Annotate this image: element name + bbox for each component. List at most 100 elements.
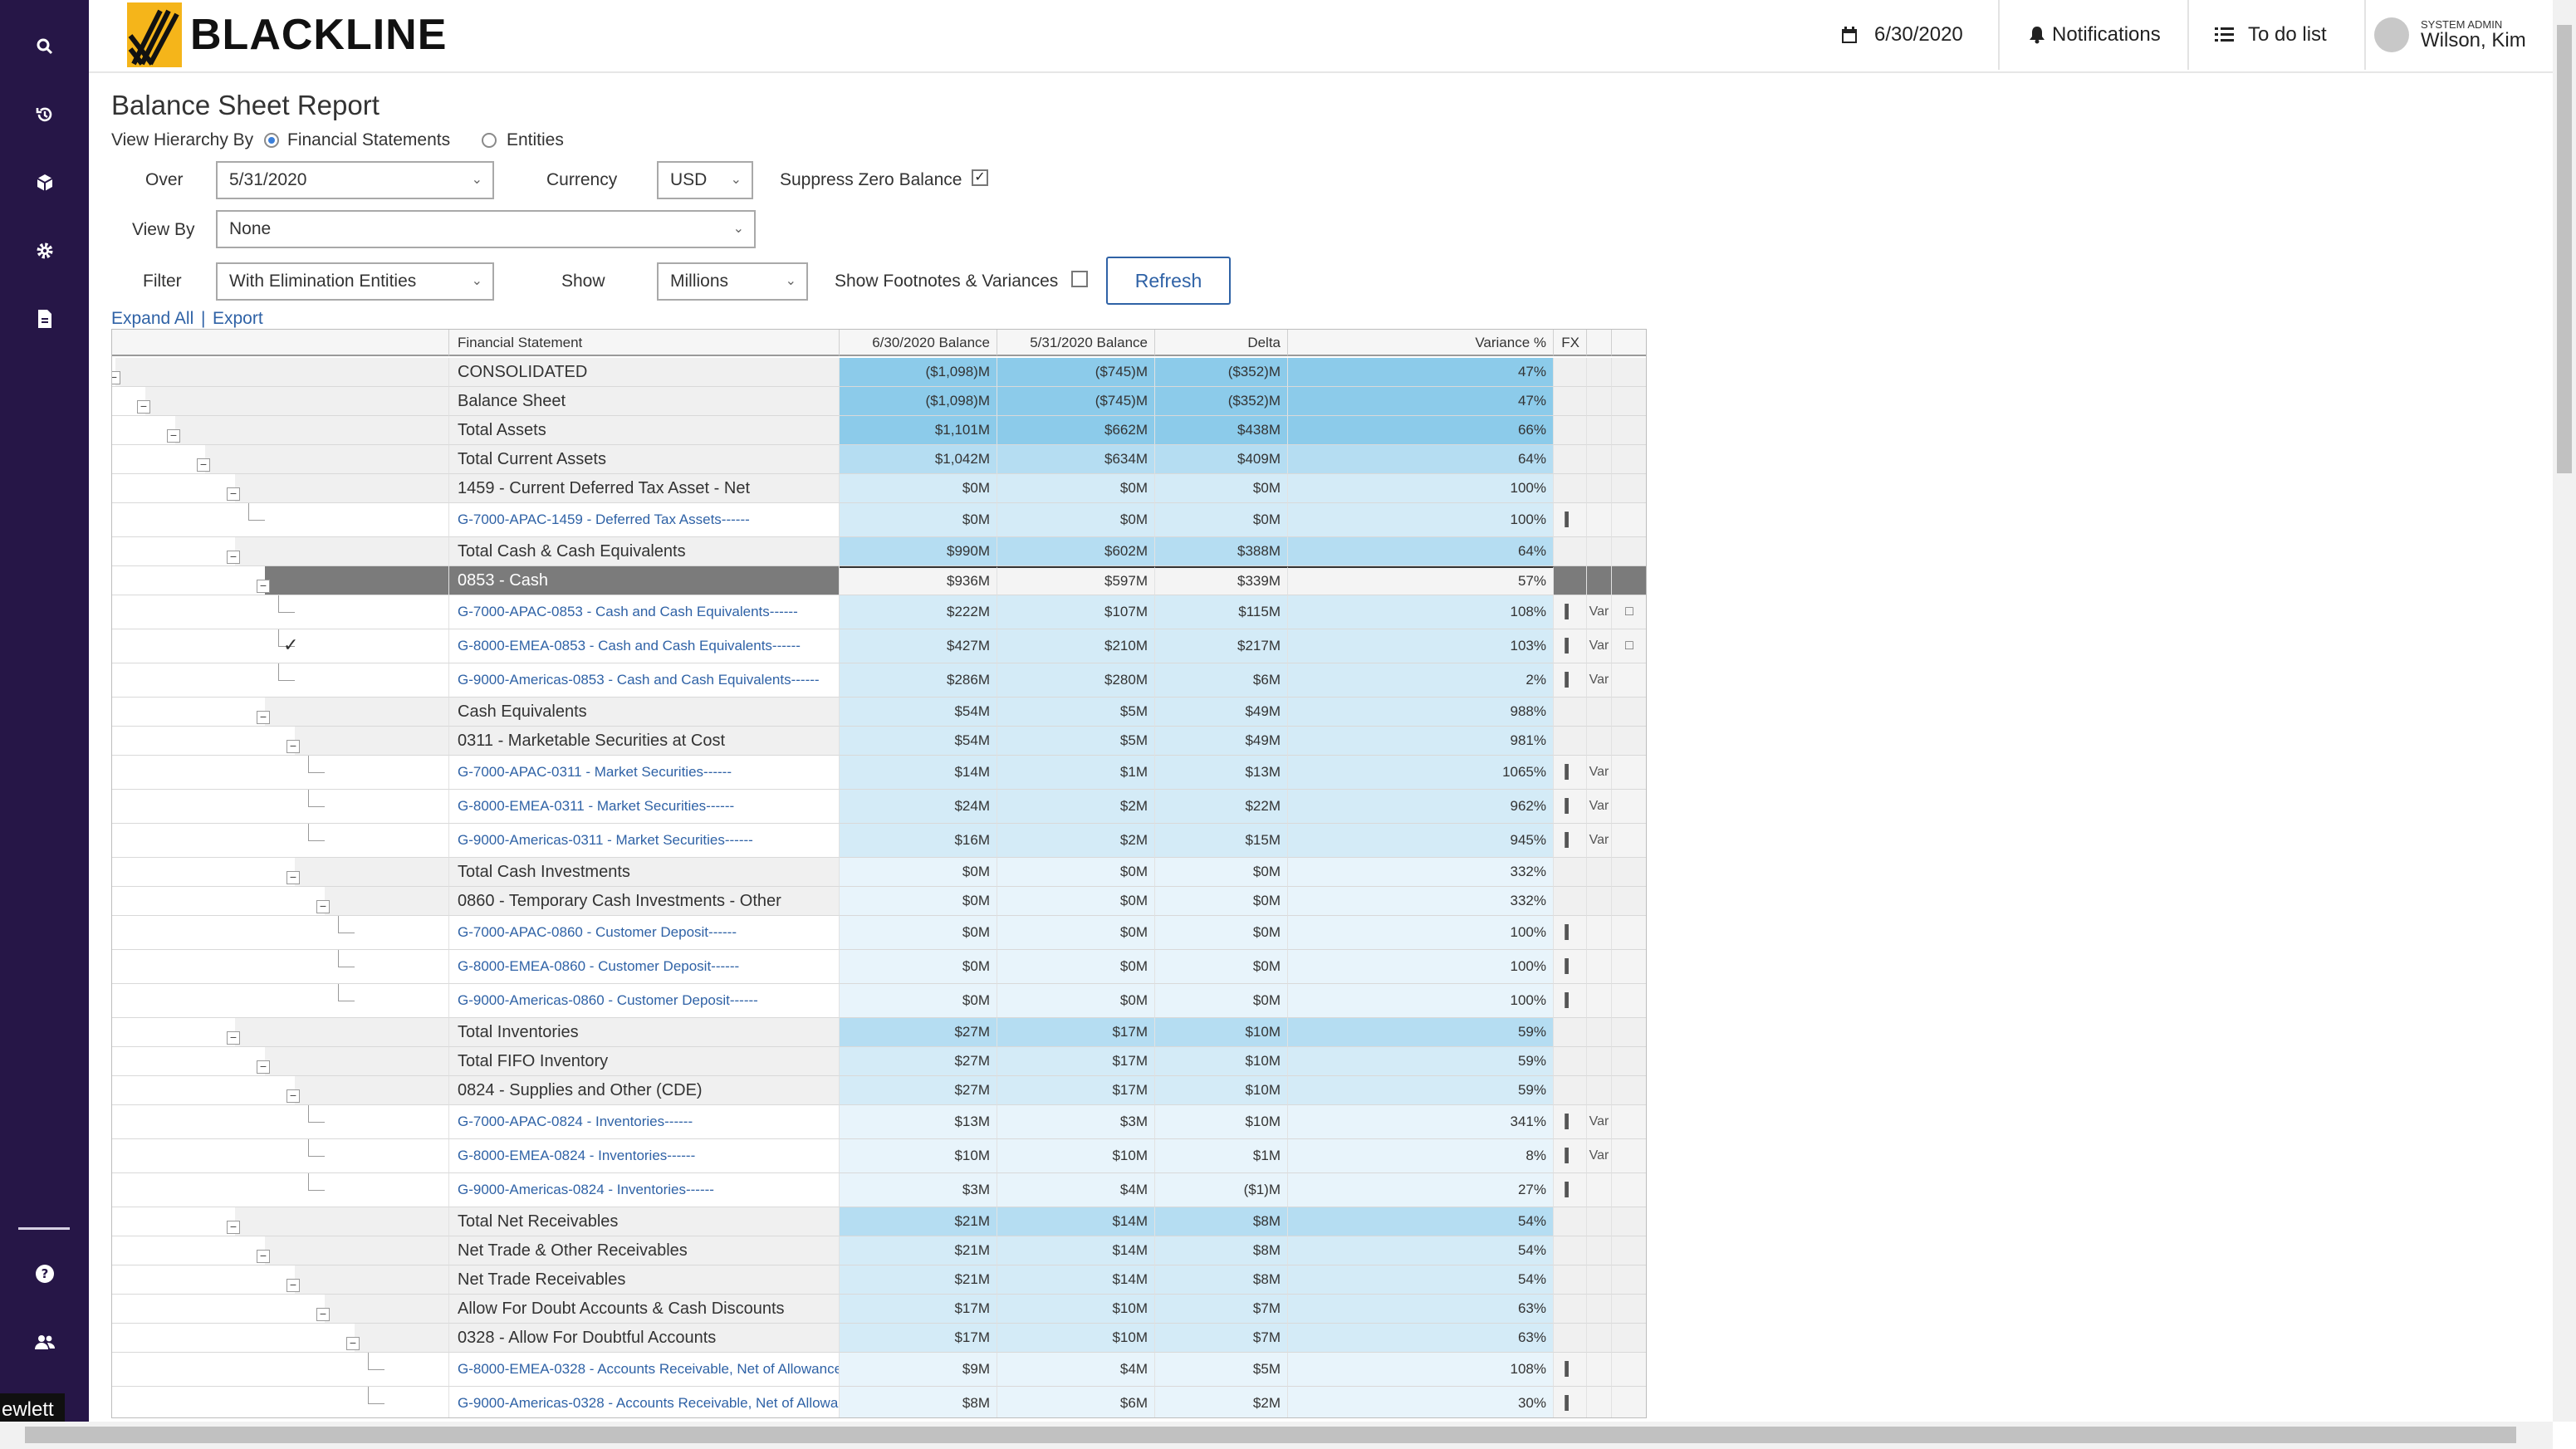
cube-icon[interactable]	[27, 164, 63, 201]
header-financial-statement[interactable]: Financial Statement	[449, 330, 840, 356]
account-link[interactable]: G-7000-APAC-1459 - Deferred Tax Assets--…	[449, 503, 840, 537]
collapse-toggle[interactable]: −	[257, 1060, 270, 1074]
table-row[interactable]: − 0860 - Temporary Cash Investments - Oth…	[112, 887, 1646, 916]
collapse-toggle[interactable]: −	[227, 551, 240, 564]
document-action-icon[interactable]: ▍	[1554, 950, 1587, 984]
footnote-icon[interactable]: □	[1612, 629, 1646, 663]
header-delta[interactable]: Delta	[1155, 330, 1288, 356]
checkmark-icon[interactable]: ✓	[283, 634, 298, 656]
variance-link[interactable]: Var	[1587, 790, 1612, 824]
notifications-button[interactable]: Notifications	[2029, 0, 2161, 70]
collapse-toggle[interactable]: −	[167, 429, 180, 443]
document-action-icon[interactable]: ▍	[1554, 790, 1587, 824]
radio-financial-statements[interactable]: Financial Statements	[264, 130, 450, 150]
account-link[interactable]: G-7000-APAC-0860 - Customer Deposit-----…	[449, 916, 840, 950]
account-row[interactable]: G-8000-EMEA-0824 - Inventories------ $10M…	[112, 1139, 1646, 1173]
table-row[interactable]: −Total Inventories$27M$17M$10M59%$0M	[112, 1018, 1646, 1047]
show-footnotes-checkbox[interactable]	[1071, 271, 1088, 287]
account-link[interactable]: G-9000-Americas-0311 - Market Securities…	[449, 824, 840, 858]
account-row[interactable]: G-7000-APAC-0853 - Cash and Cash Equival…	[112, 595, 1646, 629]
header-blank[interactable]	[1587, 330, 1612, 356]
account-row[interactable]: G-8000-EMEA-0328 - Accounts Receivable, …	[112, 1353, 1646, 1387]
horizontal-scrollbar-thumb[interactable]	[25, 1427, 2516, 1443]
table-row[interactable]: −Total FIFO Inventory$27M$17M$10M59%$0M	[112, 1047, 1646, 1076]
account-link[interactable]: G-9000-Americas-0824 - Inventories------	[449, 1173, 840, 1207]
refresh-button[interactable]: Refresh	[1106, 257, 1231, 305]
document-action-icon[interactable]: ▍	[1554, 756, 1587, 790]
collapse-toggle[interactable]: −	[257, 711, 270, 724]
filter-select[interactable]: With Elimination Entities ⌄	[216, 262, 494, 301]
account-link[interactable]: G-8000-EMEA-0328 - Accounts Receivable, …	[449, 1353, 840, 1387]
account-link[interactable]: G-7000-APAC-0853 - Cash and Cash Equival…	[449, 595, 840, 629]
account-link[interactable]: G-8000-EMEA-0860 - Customer Deposit-----…	[449, 950, 840, 984]
table-row[interactable]: −CONSOLIDATED($1,098)M($745)M($352)M47%(…	[112, 358, 1646, 387]
header-current-balance[interactable]: 6/30/2020 Balance	[840, 330, 997, 356]
table-row[interactable]: − Net Trade & Other Receivables $21M $14M $8…	[112, 1236, 1646, 1265]
document-action-icon[interactable]: ▍	[1554, 1139, 1587, 1173]
table-row[interactable]: −0328 - Allow For Doubtful Accounts $17M $…	[112, 1324, 1646, 1353]
search-icon[interactable]	[27, 28, 63, 65]
document-action-icon[interactable]: ▍	[1554, 663, 1587, 698]
account-link[interactable]: G-8000-EMEA-0311 - Market Securities----…	[449, 790, 840, 824]
collapse-toggle[interactable]: −	[346, 1337, 360, 1350]
table-row[interactable]: − 0311 - Marketable Securities at Cost $54…	[112, 727, 1646, 756]
account-row[interactable]: G-7000-APAC-0824 - Inventories------ $13M…	[112, 1105, 1646, 1139]
account-row[interactable]: G-9000-Americas-0328 - Accounts Receivab…	[112, 1387, 1646, 1417]
date-selector[interactable]: 6/30/2020	[1841, 0, 1963, 70]
table-row[interactable]: −Cash Equivalents$54M$5M$49M988%$0M	[112, 698, 1646, 727]
radio-entities-input[interactable]	[482, 133, 497, 148]
collapse-toggle[interactable]: −	[257, 580, 270, 593]
footnote-icon[interactable]: □	[1612, 595, 1646, 629]
table-row[interactable]: −Total Cash Investments$0M$0M$0M332%$0M	[112, 858, 1646, 887]
table-row[interactable]: − Total Cash & Cash Equivalents $990M $602M…	[112, 537, 1646, 566]
table-row[interactable]: − 0824 - Supplies and Other (CDE) $27M $17M…	[112, 1076, 1646, 1105]
collapse-toggle[interactable]: −	[227, 1221, 240, 1234]
table-row[interactable]: − Total Current Assets $1,042M $634M $409M 64…	[112, 445, 1646, 474]
collapse-toggle[interactable]: −	[137, 400, 150, 414]
account-link[interactable]: G-7000-APAC-0311 - Market Securities----…	[449, 756, 840, 790]
table-row[interactable]: −Net Trade Receivables$21M$14M$8M54%$0M	[112, 1265, 1646, 1295]
account-row[interactable]: G-8000-EMEA-0860 - Customer Deposit-----…	[112, 950, 1646, 984]
collapse-toggle[interactable]: −	[286, 1279, 300, 1292]
history-icon[interactable]	[27, 96, 63, 133]
collapse-toggle[interactable]: −	[112, 371, 120, 384]
gear-icon[interactable]	[27, 233, 63, 269]
user-menu[interactable]: SYSTEM ADMIN Wilson, Kim	[2374, 0, 2526, 70]
table-row[interactable]: −0853 - Cash$936M$597M$339M57%$0M	[112, 566, 1646, 595]
account-link[interactable]: G-9000-Americas-0328 - Accounts Receivab…	[449, 1387, 840, 1417]
blackline-logo[interactable]: BLACKLINE	[127, 0, 447, 70]
account-link[interactable]: G-7000-APAC-0824 - Inventories------	[449, 1105, 840, 1139]
account-row[interactable]: G-9000-Americas-0311 - Market Securities…	[112, 824, 1646, 858]
variance-link[interactable]: Var	[1587, 1139, 1612, 1173]
document-action-icon[interactable]: ▍	[1554, 984, 1587, 1018]
collapse-toggle[interactable]: −	[197, 458, 210, 472]
account-row[interactable]: ✓ G-8000-EMEA-0853 - Cash and Cash Equiva…	[112, 629, 1646, 663]
document-action-icon[interactable]: ▍	[1554, 916, 1587, 950]
over-date-select[interactable]: 5/31/2020 ⌄	[216, 161, 494, 199]
radio-financial-input[interactable]	[264, 133, 279, 148]
vertical-scrollbar-thumb[interactable]	[2557, 25, 2572, 473]
collapse-toggle[interactable]: −	[227, 1031, 240, 1045]
view-by-select[interactable]: None ⌄	[216, 210, 756, 248]
table-row[interactable]: − Balance Sheet ($1,098)M ($745)M ($352)M 47%…	[112, 387, 1646, 416]
collapse-toggle[interactable]: −	[257, 1250, 270, 1263]
header-blank[interactable]	[1612, 330, 1646, 356]
collapse-toggle[interactable]: −	[286, 1089, 300, 1103]
account-row[interactable]: G-9000-Americas-0853 - Cash and Cash Equ…	[112, 663, 1646, 698]
header-fx[interactable]: FX	[1554, 330, 1587, 356]
table-row[interactable]: − 1459 - Current Deferred Tax Asset - Net…	[112, 474, 1646, 503]
account-row[interactable]: G-8000-EMEA-0311 - Market Securities----…	[112, 790, 1646, 824]
collapse-toggle[interactable]: −	[316, 900, 330, 913]
todo-list-button[interactable]: To do list	[2215, 0, 2327, 70]
radio-entities[interactable]: Entities	[482, 130, 564, 150]
collapse-toggle[interactable]: −	[286, 740, 300, 753]
account-link[interactable]: G-8000-EMEA-0824 - Inventories------	[449, 1139, 840, 1173]
variance-link[interactable]: Var	[1587, 663, 1612, 698]
document-action-icon[interactable]: ▍	[1554, 1387, 1587, 1417]
expand-all-link[interactable]: Expand All	[111, 309, 193, 329]
account-link[interactable]: G-8000-EMEA-0853 - Cash and Cash Equival…	[449, 629, 840, 663]
table-row[interactable]: − Allow For Doubt Accounts & Cash Discoun…	[112, 1295, 1646, 1324]
show-select[interactable]: Millions ⌄	[657, 262, 808, 301]
account-link[interactable]: G-9000-Americas-0853 - Cash and Cash Equ…	[449, 663, 840, 698]
document-action-icon[interactable]: ▍	[1554, 824, 1587, 858]
